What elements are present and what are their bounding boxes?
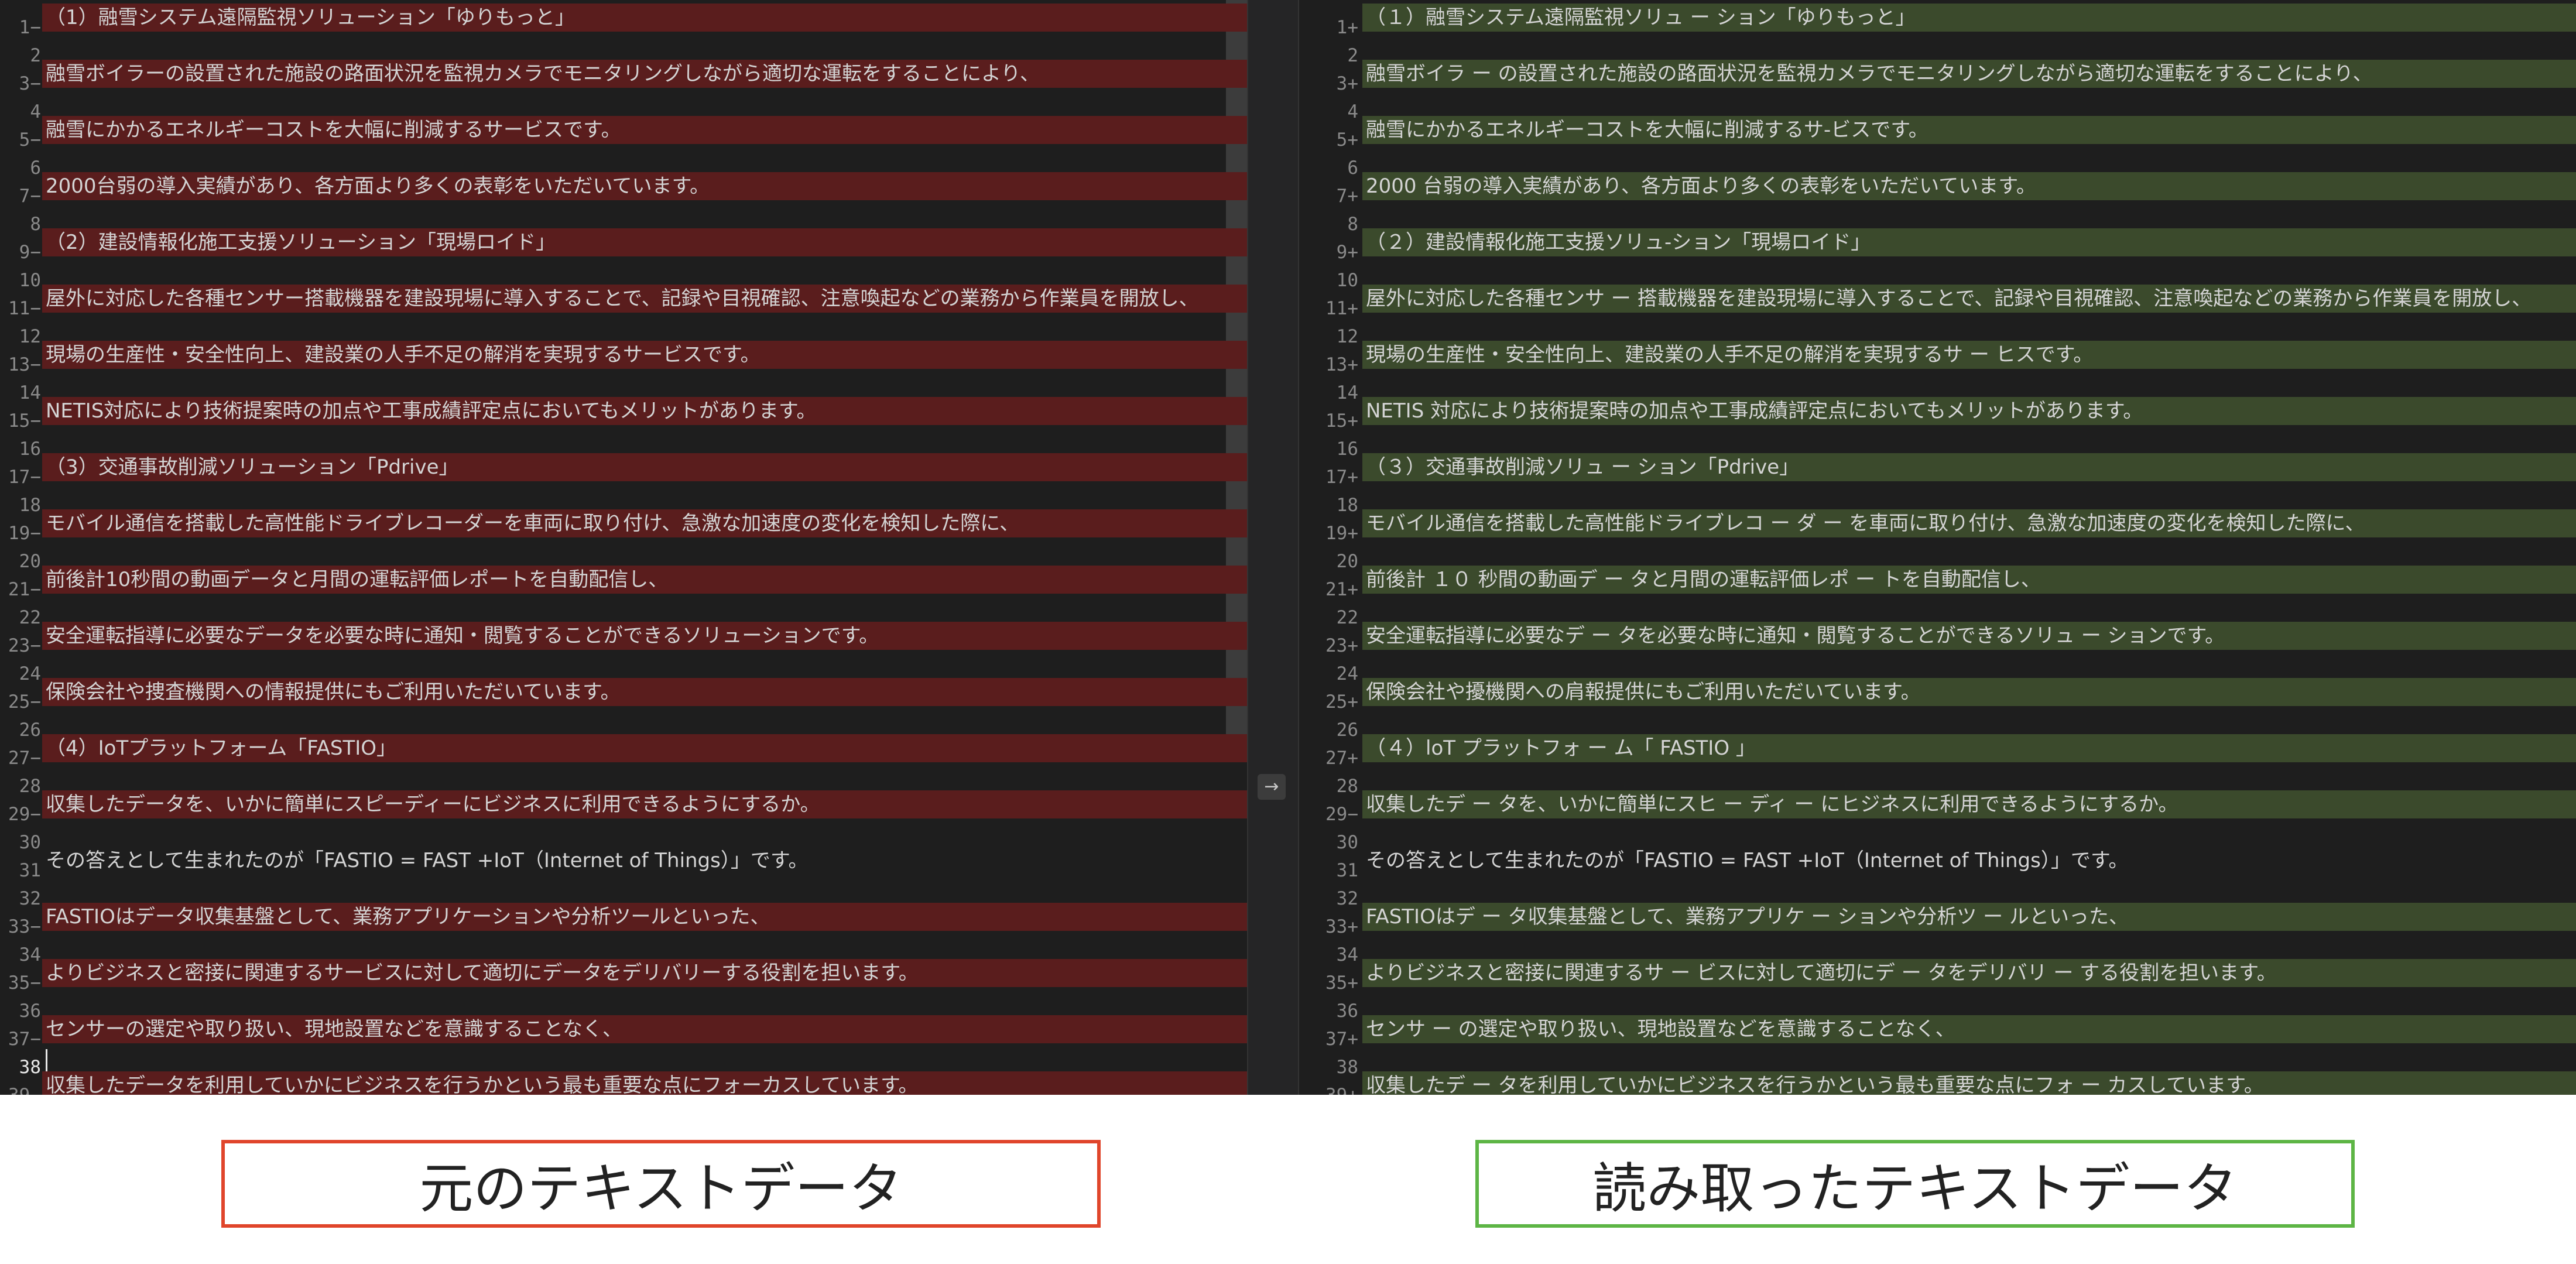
line-text: （１）融雪システム遠隔監視ソリュ ー ション「ゆりもっと」 bbox=[1366, 6, 1916, 29]
line-text: その答えとして生まれたのが「FASTIO = FAST +IoT（Interne… bbox=[1366, 849, 2129, 872]
line-text: 2000台弱の導入実績があり、各方面より多くの表彰をいただいています。 bbox=[46, 174, 710, 198]
line-text: 融雪ボイラーの設置された施設の路面状況を監視カメラでモニタリングしながら適切な運… bbox=[46, 62, 1040, 85]
line-text: 収集したデータを利用していかにビジネスを行うかという最も重要な点にフォーカスして… bbox=[46, 1074, 919, 1095]
diff-line[interactable]: 39+ 収集したデ ー タを利用していかにビジネスを行うかという最も重要な点にフォ… bbox=[1297, 1068, 2576, 1095]
diff-editor: 1− （1）融雪システム遠隔監視ソリューション「ゆりもっと」 2 3− 融雪ボイラーの設… bbox=[0, 0, 2576, 1095]
line-text: NETIS 対応により技術提案時の加点や工事成績評定点においてもメリットがありま… bbox=[1366, 399, 2143, 423]
line-text: 保険会社や捜査機関への情報提供にもご利用いただいています。 bbox=[46, 680, 621, 704]
recognized-text-pane[interactable]: 1+ （１）融雪システム遠隔監視ソリュ ー ション「ゆりもっと」 2 3+ 融雪ボイラ … bbox=[1297, 0, 2576, 1095]
original-text-pane[interactable]: 1− （1）融雪システム遠隔監視ソリューション「ゆりもっと」 2 3− 融雪ボイラーの設… bbox=[0, 0, 1247, 1095]
line-text: センサーの選定や取り扱い、現地設置などを意識することなく、 bbox=[46, 1018, 622, 1041]
line-text: 現場の生産性・安全性向上、建設業の人手不足の解消を実現するサービスです。 bbox=[46, 343, 761, 366]
line-text: 現場の生産性・安全性向上、建設業の人手不足の解消を実現するサ ー ヒスです。 bbox=[1366, 343, 2094, 366]
line-text: モバイル通信を搭載した高性能ドライブレコ ー ダ ー を車両に取り付け、急激な加… bbox=[1366, 512, 2365, 535]
line-text: 前後計10秒間の動画データと月間の運転評価レポートを自動配信し、 bbox=[46, 568, 669, 591]
recognized-text-caption: 読み取ったテキストデータ bbox=[1475, 1140, 2355, 1228]
line-text: （3）交通事故削減ソリューション「Pdrive」 bbox=[46, 455, 459, 479]
line-text: FASTIOはデータ収集基盤として、業務アプリケーションや分析ツールといった、 bbox=[46, 905, 770, 929]
line-text: 融雪ボイラ ー の設置された施設の路面状況を監視カメラでモニタリングしながら適切… bbox=[1366, 62, 2373, 85]
line-text: 収集したデ ー タを利用していかにビジネスを行うかという最も重要な点にフォ ー … bbox=[1366, 1074, 2264, 1095]
line-text: （2）建設情報化施工支援ソリューション「現場ロイド」 bbox=[46, 231, 556, 254]
line-text: （1）融雪システム遠隔監視ソリューション「ゆりもっと」 bbox=[46, 6, 575, 29]
line-text: よりビジネスと密接に関連するサ ー ビスに対して適切にデ ー タをデリバリ ー … bbox=[1366, 961, 2277, 985]
line-number-value: 39 bbox=[1325, 1068, 1347, 1095]
line-text: 安全運転指導に必要なデ ー タを必要な時に通知・閲覧することができるソリュ ー … bbox=[1366, 624, 2225, 648]
line-text: 収集したデ ー タを、いかに簡単にスヒ ー ディ ー にヒジネスに利用できるよう… bbox=[1366, 793, 2178, 816]
line-number-value: 39 bbox=[8, 1068, 30, 1095]
line-text: 保険会社や擾機関への肩報提供にもご利用いただいています。 bbox=[1366, 680, 1921, 704]
line-text: 融雪にかかるエネルギーコストを大幅に削減するサービスです。 bbox=[46, 118, 621, 142]
added-marker: + bbox=[1347, 1085, 1358, 1095]
line-text: よりビジネスと密接に関連するサービスに対して適切にデータをデリバリーする役割を担… bbox=[46, 961, 919, 985]
line-text: 2000 台弱の導入実績があり、各方面より多くの表彰をいただいています。 bbox=[1366, 174, 2036, 198]
line-text: 屋外に対応した各種センサー搭載機器を建設現場に導入することで、記録や目視確認、注… bbox=[46, 287, 1199, 310]
line-text: NETIS対応により技術提案時の加点や工事成績評定点においてもメリットがあります… bbox=[46, 399, 817, 423]
line-text: （３）交通事故削減ソリュ ー ション「Pdrive」 bbox=[1366, 455, 1800, 479]
line-text: 屋外に対応した各種センサ ー 搭載機器を建設現場に導入することで、記録や目視確認… bbox=[1366, 287, 2532, 310]
line-number: 39− bbox=[0, 1068, 41, 1095]
line-text: （４）loT プラットフォ ー ム「 FASTIO 」 bbox=[1366, 737, 1756, 760]
line-text: FASTIOはデ ー タ収集基盤として、業務アプリケ ー ションや分析ツ ー ル… bbox=[1366, 905, 2129, 929]
line-text: センサ ー の選定や取り扱い、現地設置などを意識することなく、 bbox=[1366, 1018, 1955, 1041]
line-text: 融雪にかかるエネルギーコストを大幅に削減するサ-ビスです。 bbox=[1366, 118, 1928, 142]
diff-divider bbox=[1247, 0, 1299, 1095]
line-text: 前後計 １０ 秒間の動画デ ー タと月間の運転評価レポ ー トを自動配信し、 bbox=[1366, 568, 2041, 591]
line-text: 安全運転指導に必要なデータを必要な時に通知・閲覧することができるソリューションで… bbox=[46, 624, 879, 648]
arrow-right-icon[interactable]: → bbox=[1258, 774, 1286, 800]
line-text: その答えとして生まれたのが「FASTIO = FAST +IoT（Interne… bbox=[46, 849, 809, 872]
line-text: モバイル通信を搭載した高性能ドライブレコーダーを車両に取り付け、急激な加速度の変… bbox=[46, 512, 1020, 535]
line-text: （4）IoTプラットフォーム「FASTIO」 bbox=[46, 737, 397, 760]
line-number: 39+ bbox=[1297, 1068, 1358, 1095]
line-text: （２）建設情報化施工支援ソリュ-ション「現場ロイド」 bbox=[1366, 231, 1871, 254]
original-text-caption: 元のテキストデータ bbox=[221, 1140, 1101, 1228]
line-text: 収集したデータを、いかに簡単にスピーディーにビジネスに利用できるようにするか。 bbox=[46, 793, 820, 816]
diff-line[interactable]: 39−収集したデータを利用していかにビジネスを行うかという最も重要な点にフォーカ… bbox=[0, 1068, 1247, 1095]
removed-marker: − bbox=[30, 1085, 41, 1095]
